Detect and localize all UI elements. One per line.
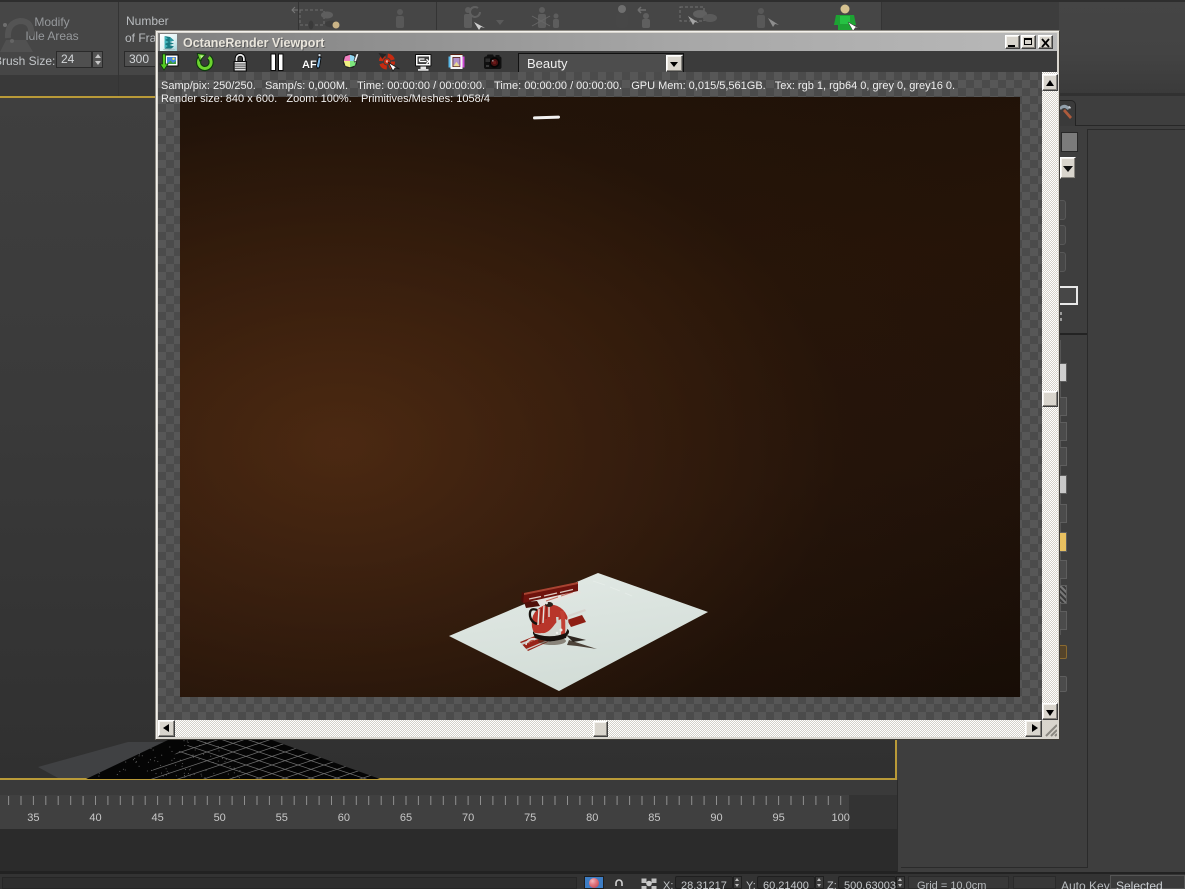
svg-text:AF: AF: [302, 59, 317, 71]
